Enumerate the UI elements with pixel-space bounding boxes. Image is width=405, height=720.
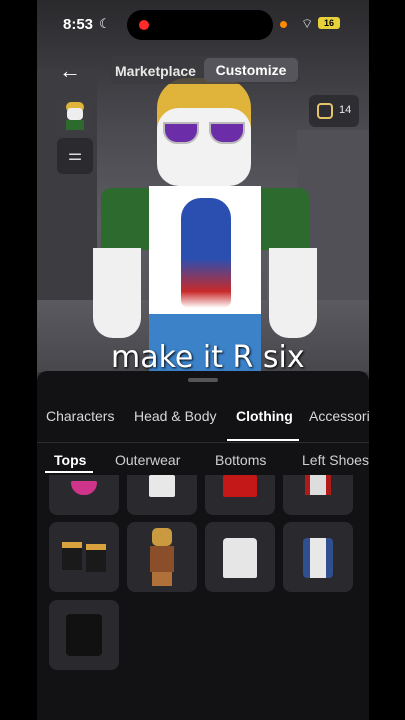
- tab-head-body[interactable]: Head & Body: [134, 408, 217, 424]
- avatar-torso: [66, 120, 84, 130]
- tab-outerwear[interactable]: Outerwear: [115, 452, 180, 468]
- item-thumbnail: [86, 544, 106, 572]
- item-tile[interactable]: [205, 475, 275, 515]
- tab-clothing[interactable]: Clothing: [236, 408, 293, 424]
- status-bar: 8:53 ☾ ⌔ 16: [37, 0, 369, 48]
- category-tab-indicator: [227, 439, 299, 441]
- item-thumbnail: [305, 475, 331, 495]
- tab-customize[interactable]: Customize: [204, 58, 298, 82]
- items-grid: [37, 475, 369, 720]
- tabs-divider: [37, 442, 369, 443]
- avatar-thumbnail-button[interactable]: [57, 98, 93, 132]
- item-tile[interactable]: [283, 475, 353, 515]
- item-thumbnail: [150, 546, 174, 572]
- item-tile[interactable]: [283, 522, 353, 592]
- category-tabs: Characters Head & Body Clothing Accessor…: [37, 405, 369, 441]
- item-tile[interactable]: [49, 475, 119, 515]
- tab-bottoms[interactable]: Bottoms: [215, 452, 266, 468]
- robux-amount: 14: [339, 104, 352, 116]
- avatar-sleeve-right: [259, 188, 309, 250]
- tab-characters[interactable]: Characters: [46, 408, 114, 424]
- shirt-graphic: [181, 198, 231, 308]
- customize-bottom-sheet: Characters Head & Body Clothing Accessor…: [37, 371, 369, 720]
- robux-balance[interactable]: 14: [309, 95, 359, 127]
- item-tile[interactable]: [127, 522, 197, 592]
- sheet-grab-handle[interactable]: [188, 378, 218, 382]
- avatar-arm-left: [93, 248, 141, 338]
- battery-icon: 16: [318, 17, 340, 29]
- item-thumbnail: [223, 475, 257, 497]
- recording-indicator-icon: [139, 20, 149, 30]
- tab-left-shoes[interactable]: Left Shoes: [302, 452, 369, 468]
- moon-icon: ☾: [99, 16, 111, 31]
- item-tile[interactable]: [49, 522, 119, 592]
- avatar-head: [67, 108, 83, 120]
- tab-tops[interactable]: Tops: [54, 452, 86, 468]
- privacy-indicator-icon: [280, 21, 287, 28]
- status-time: 8:53: [63, 16, 94, 33]
- item-tile[interactable]: [49, 600, 119, 670]
- avatar-sleeve-left: [101, 188, 151, 250]
- tab-accessories[interactable]: Accessories: [309, 408, 369, 424]
- tab-marketplace[interactable]: Marketplace: [115, 63, 196, 79]
- avatar-sunglasses: [163, 122, 247, 144]
- item-thumbnail: [152, 528, 172, 546]
- avatar-head: [157, 108, 251, 186]
- phone-screen: 8:53 ☾ ⌔ 16 ← Marketplace Customize ⚌ 14…: [37, 0, 369, 720]
- dynamic-island: [127, 10, 273, 40]
- avatar-arm-right: [269, 248, 317, 338]
- item-thumbnail: [303, 538, 333, 578]
- item-thumbnail: [152, 572, 172, 586]
- back-arrow-icon[interactable]: ←: [59, 58, 81, 84]
- item-thumbnail: [71, 481, 97, 495]
- video-caption: make it R six: [111, 340, 305, 375]
- item-tile[interactable]: [127, 475, 197, 515]
- item-thumbnail: [66, 614, 102, 656]
- item-tile[interactable]: [205, 522, 275, 592]
- subcategory-tab-indicator: [45, 471, 93, 473]
- item-thumbnail: [223, 538, 257, 578]
- item-thumbnail: [149, 475, 175, 497]
- filter-settings-button[interactable]: ⚌: [57, 138, 93, 174]
- header-tab-switcher: Marketplace Customize: [110, 56, 300, 84]
- avatar-character: [87, 78, 317, 378]
- wifi-icon: ⌔: [301, 16, 314, 31]
- robux-icon: [317, 103, 333, 119]
- item-thumbnail: [62, 542, 82, 570]
